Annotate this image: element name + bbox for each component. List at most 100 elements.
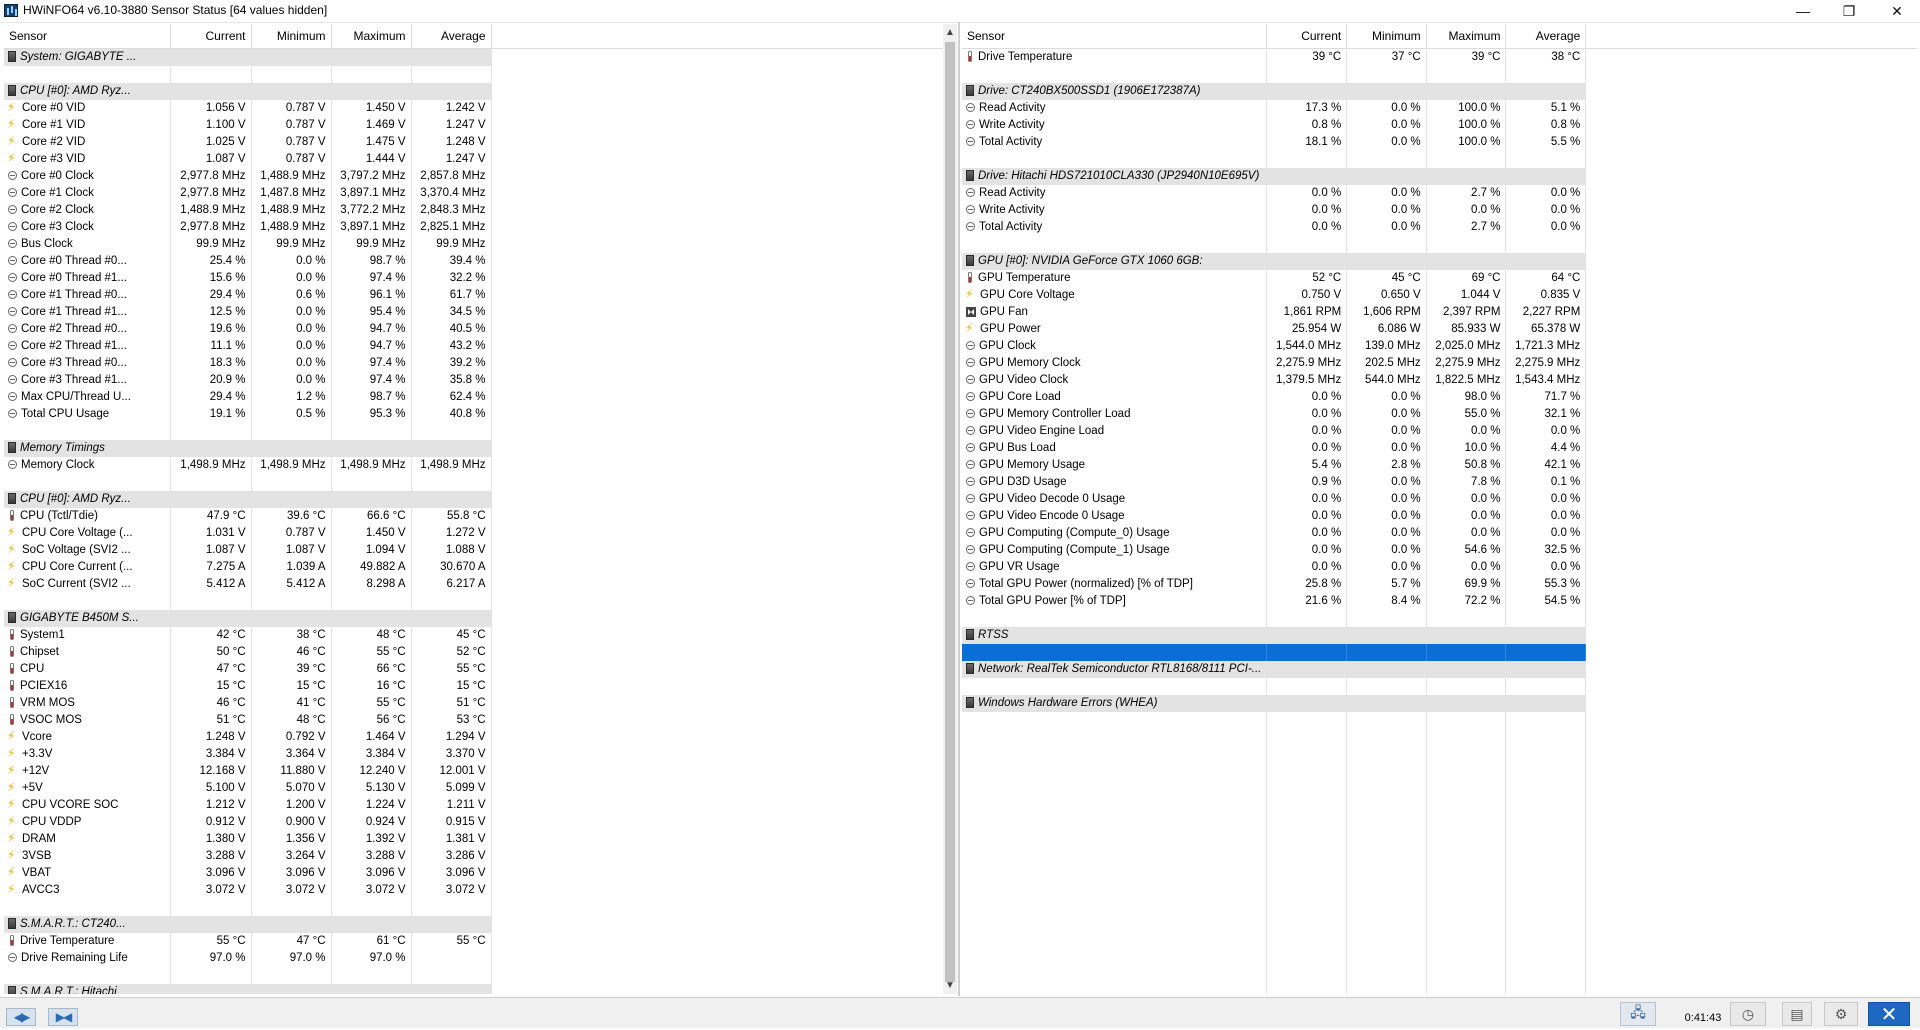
sensor-row[interactable]: Max CPU/Thread U... 29.4 % 1.2 % 98.7 % 62.4… <box>4 389 945 406</box>
sensor-row[interactable]: CPU (Tctl/Tdie) 47.9 °C 39.6 °C 66.6 °C 55.8… <box>4 508 945 525</box>
sensor-row[interactable]: Total GPU Power [% of TDP] 21.6 % 8.4 % 72.… <box>962 593 1917 610</box>
scroll-thumb[interactable] <box>945 42 955 982</box>
scroll-up-arrow-icon[interactable]: ▲ <box>943 24 957 41</box>
sensor-row[interactable]: Drive Temperature 55 °C 47 °C 61 °C 55 °C <box>4 933 945 950</box>
column-header-average[interactable]: Average <box>1505 24 1587 49</box>
sensor-row[interactable]: Memory Clock 1,498.9 MHz 1,498.9 MHz 1,498.… <box>4 457 945 474</box>
sensor-row[interactable]: GPU Bus Load 0.0 % 0.0 % 10.0 % 4.4 % <box>962 440 1917 457</box>
column-header-maximum[interactable]: Maximum <box>331 24 412 49</box>
sensor-row[interactable]: GPU Video Engine Load 0.0 % 0.0 % 0.0 % 0.0 … <box>962 423 1917 440</box>
sensor-row[interactable]: Bus Clock 99.9 MHz 99.9 MHz 99.9 MHz 99.9 MH… <box>4 236 945 253</box>
sensor-row[interactable]: GPU Computing (Compute_0) Usage 0.0 % 0.0 … <box>962 525 1917 542</box>
sensor-row[interactable]: GPU Power 25.954 W6.086 W85.933 W65.378 W <box>962 321 1917 338</box>
sensor-row[interactable]: +12V 12.168 V11.880 V12.240 V12.001 V <box>4 763 945 780</box>
sensor-group-row[interactable]: Drive: CT240BX500SSD1 (1906E172387A) <box>962 83 1917 100</box>
sensor-row[interactable]: Core #2 Clock 1,488.9 MHz 1,488.9 MHz 3,772… <box>4 202 945 219</box>
sensor-group-row[interactable]: S.M.A.R.T.: Hitachi <box>4 984 945 994</box>
sensor-row[interactable]: GPU Fan 1,861 RPM 1,606 RPM 2,397 RPM 2,227 … <box>962 304 1917 321</box>
sensor-row[interactable]: Core #0 Thread #0... 25.4 % 0.0 % 98.7 % 39.… <box>4 253 945 270</box>
sensor-row[interactable]: GPU Temperature 52 °C 45 °C 69 °C 64 °C <box>962 270 1917 287</box>
sensor-group-row[interactable]: CPU [#0]: AMD Ryz... <box>4 83 945 100</box>
sensor-row[interactable]: Chipset 50 °C 46 °C 55 °C 52 °C <box>4 644 945 661</box>
sensor-row[interactable]: Total CPU Usage 19.1 % 0.5 % 95.3 % 40.8 % <box>4 406 945 423</box>
sensor-row[interactable]: CPU VDDP 0.912 V0.900 V0.924 V0.915 V <box>4 814 945 831</box>
sensor-row[interactable]: Vcore 1.248 V0.792 V1.464 V1.294 V <box>4 729 945 746</box>
sensor-row[interactable]: GPU Computing (Compute_1) Usage 0.0 % 0.0 … <box>962 542 1917 559</box>
sensor-row[interactable]: Core #0 Thread #1... 15.6 % 0.0 % 97.4 % 32.… <box>4 270 945 287</box>
sensor-row[interactable]: SoC Current (SVI2 ...5.412 A5.412 A8.298… <box>4 576 945 593</box>
sensor-group-row[interactable]: Windows Hardware Errors (WHEA) <box>962 695 1917 712</box>
sensor-row[interactable]: Read Activity 0.0 % 0.0 % 2.7 % 0.0 % <box>962 185 1917 202</box>
sensor-row[interactable]: Total Activity 0.0 % 0.0 % 2.7 % 0.0 % <box>962 219 1917 236</box>
panel-splitter[interactable] <box>958 22 960 996</box>
clock-icon[interactable]: ◷ <box>1730 1002 1766 1026</box>
sensor-row[interactable]: GPU Video Decode 0 Usage 0.0 % 0.0 % 0.0 % 0… <box>962 491 1917 508</box>
sensor-row[interactable]: PCIEX16 15 °C 15 °C 16 °C 15 °C <box>4 678 945 695</box>
column-header-sensor[interactable]: Sensor <box>4 24 171 49</box>
sensor-row[interactable]: Write Activity 0.8 % 0.0 % 100.0 % 0.8 % <box>962 117 1917 134</box>
selected-row[interactable] <box>962 644 1917 661</box>
exit-button[interactable]: ✕ <box>1868 1002 1910 1026</box>
sensor-row[interactable]: Core #0 VID 1.056 V0.787 V1.450 V1.242 V <box>4 100 945 117</box>
settings-icon[interactable]: ⚙ <box>1824 1002 1858 1026</box>
sensor-row[interactable]: System1 42 °C 38 °C 48 °C 45 °C <box>4 627 945 644</box>
sensor-row[interactable]: GPU Clock 1,544.0 MHz 139.0 MHz 2,025.0 MHz… <box>962 338 1917 355</box>
sensor-group-row[interactable]: GIGABYTE B450M S... <box>4 610 945 627</box>
sensor-row[interactable]: Drive Temperature 39 °C 37 °C 39 °C 38 °C <box>962 48 1917 66</box>
sensor-row[interactable]: Core #2 VID 1.025 V0.787 V1.475 V1.248 V <box>4 134 945 151</box>
sensor-row[interactable]: CPU 47 °C 39 °C 66 °C 55 °C <box>4 661 945 678</box>
sensor-row[interactable]: Core #1 Thread #0... 29.4 % 0.6 % 96.1 % 61.… <box>4 287 945 304</box>
sensor-row[interactable]: Core #1 Clock 2,977.8 MHz 1,487.8 MHz 3,897… <box>4 185 945 202</box>
sensor-group-row[interactable]: Memory Timings <box>4 440 945 457</box>
sensor-row[interactable]: Core #3 Thread #1... 20.9 % 0.0 % 97.4 % 35.… <box>4 372 945 389</box>
left-panel-scrollbar[interactable]: ▲ ▼ <box>943 24 957 994</box>
minimize-button[interactable]: — <box>1780 0 1826 22</box>
sensor-row[interactable]: Total Activity 18.1 % 0.0 % 100.0 % 5.5 % <box>962 134 1917 151</box>
sensor-row[interactable]: 3VSB3.288 V3.264 V3.288 V3.286 V <box>4 848 945 865</box>
sensor-row[interactable]: SoC Voltage (SVI2 ...1.087 V1.087 V1.094… <box>4 542 945 559</box>
sensor-row[interactable]: Core #1 Thread #1... 12.5 % 0.0 % 95.4 % 34.… <box>4 304 945 321</box>
sensor-row[interactable]: GPU D3D Usage 0.9 % 0.0 % 7.8 % 0.1 % <box>962 474 1917 491</box>
sensor-row[interactable]: Total GPU Power (normalized) [% of TDP] 2… <box>962 576 1917 593</box>
column-header-average[interactable]: Average <box>411 24 492 49</box>
sensor-row[interactable]: Core #2 Thread #0... 19.6 % 0.0 % 94.7 % 40.… <box>4 321 945 338</box>
expand-arrows-icon[interactable]: ▶◀ <box>48 1008 78 1026</box>
sensor-group-row[interactable]: Network: RealTek Semiconductor RTL8168/8… <box>962 661 1917 678</box>
sensor-group-row[interactable]: System: GIGABYTE ... <box>4 48 945 66</box>
sensor-group-row[interactable]: Drive: Hitachi HDS721010CLA330 (JP2940N1… <box>962 168 1917 185</box>
sensor-row[interactable]: Drive Remaining Life 97.0 % 97.0 % 97.0 % <box>4 950 945 967</box>
sensor-row[interactable]: Core #3 Thread #0... 18.3 % 0.0 % 97.4 % 39.… <box>4 355 945 372</box>
sensor-row[interactable]: GPU Memory Controller Load 0.0 % 0.0 % 55.0… <box>962 406 1917 423</box>
column-header-maximum[interactable]: Maximum <box>1426 24 1507 49</box>
sensor-row[interactable]: +5V 5.100 V5.070 V5.130 V5.099 V <box>4 780 945 797</box>
sensor-row[interactable]: CPU Core Voltage (... 1.031 V0.787 V1.450… <box>4 525 945 542</box>
column-header-minimum[interactable]: Minimum <box>251 24 332 49</box>
column-header-current[interactable]: Current <box>170 24 252 49</box>
sensor-row[interactable]: AVCC33.072 V3.072 V3.072 V3.072 V <box>4 882 945 899</box>
column-header-sensor[interactable]: Sensor <box>962 24 1268 49</box>
sensor-row[interactable]: Core #0 Clock 2,977.8 MHz 1,488.9 MHz 3,797… <box>4 168 945 185</box>
sensor-row[interactable]: GPU VR Usage 0.0 % 0.0 % 0.0 % 0.0 % <box>962 559 1917 576</box>
sensor-row[interactable]: DRAM 1.380 V1.356 V1.392 V1.381 V <box>4 831 945 848</box>
sensor-row[interactable]: GPU Memory Clock 2,275.9 MHz 202.5 MHz 2,27… <box>962 355 1917 372</box>
sensor-row[interactable]: VSOC MOS 51 °C 48 °C 56 °C 53 °C <box>4 712 945 729</box>
sensor-group-row[interactable]: CPU [#0]: AMD Ryz... <box>4 491 945 508</box>
sensor-row[interactable]: GPU Video Clock 1,379.5 MHz 544.0 MHz 1,822… <box>962 372 1917 389</box>
report-icon[interactable]: ▤ <box>1782 1002 1812 1026</box>
sensor-row[interactable]: VBAT3.096 V3.096 V3.096 V3.096 V <box>4 865 945 882</box>
sensor-row[interactable]: Core #1 VID 1.100 V0.787 V1.469 V1.247 V <box>4 117 945 134</box>
close-button[interactable]: ✕ <box>1874 0 1920 22</box>
sensor-row[interactable]: GPU Core Voltage 0.750 V0.650 V1.044 V0.8… <box>962 287 1917 304</box>
restore-button[interactable]: ❐ <box>1826 0 1872 22</box>
sensor-row[interactable]: Core #2 Thread #1... 11.1 % 0.0 % 94.7 % 43.… <box>4 338 945 355</box>
sensor-row[interactable]: CPU Core Current (... 7.275 A1.039 A49.88… <box>4 559 945 576</box>
scroll-down-arrow-icon[interactable]: ▼ <box>943 977 957 994</box>
collapse-arrows-icon[interactable]: ◀▶ <box>6 1008 36 1026</box>
sensor-group-row[interactable]: GPU [#0]: NVIDIA GeForce GTX 1060 6GB: <box>962 253 1917 270</box>
sensor-row[interactable]: GPU Core Load 0.0 % 0.0 % 98.0 % 71.7 % <box>962 389 1917 406</box>
sensor-group-row[interactable]: RTSS <box>962 627 1917 644</box>
sensor-row[interactable]: VRM MOS 46 °C 41 °C 55 °C 51 °C <box>4 695 945 712</box>
sensor-row[interactable]: Core #3 Clock 2,977.8 MHz 1,488.9 MHz 3,897… <box>4 219 945 236</box>
network-icon[interactable]: 🖧 <box>1620 1002 1656 1026</box>
column-header-minimum[interactable]: Minimum <box>1346 24 1427 49</box>
